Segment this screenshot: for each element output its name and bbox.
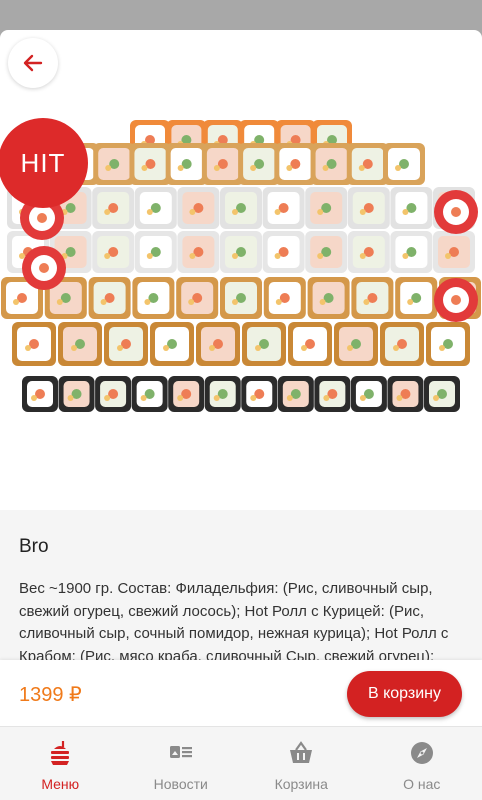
product-description: Вес ~1900 гр. Состав: Филадельфия: (Рис,… bbox=[19, 580, 449, 660]
product-price: 1399 ₽ bbox=[19, 684, 82, 706]
news-icon bbox=[167, 739, 195, 767]
status-bar bbox=[0, 0, 482, 30]
tab-news[interactable]: Новости bbox=[121, 727, 242, 800]
bottom-tab-bar: Меню Новости Корзина О нас bbox=[0, 726, 482, 800]
tab-cart-label: Корзина bbox=[274, 776, 328, 792]
buy-bar: 1399 ₽ В корзину bbox=[0, 660, 482, 726]
tab-about[interactable]: О нас bbox=[362, 727, 482, 800]
product-info: Bro Вес ~1900 гр. Состав: Филадельфия: (… bbox=[0, 510, 482, 660]
menu-food-icon bbox=[46, 739, 74, 767]
hit-badge: HIT bbox=[0, 118, 88, 208]
tab-about-label: О нас bbox=[403, 776, 441, 792]
product-sheet: HIT Bro Вес ~1900 гр. Состав: Филадельфи… bbox=[0, 30, 482, 800]
tab-menu[interactable]: Меню bbox=[0, 727, 121, 800]
tab-cart[interactable]: Корзина bbox=[241, 727, 362, 800]
tab-news-label: Новости bbox=[153, 776, 208, 792]
compass-icon bbox=[408, 739, 436, 767]
basket-icon bbox=[287, 739, 315, 767]
add-to-cart-button[interactable]: В корзину bbox=[347, 671, 462, 717]
product-title: Bro bbox=[19, 536, 49, 557]
arrow-left-icon bbox=[23, 54, 43, 72]
tab-menu-label: Меню bbox=[41, 776, 80, 792]
back-button[interactable] bbox=[8, 38, 58, 88]
